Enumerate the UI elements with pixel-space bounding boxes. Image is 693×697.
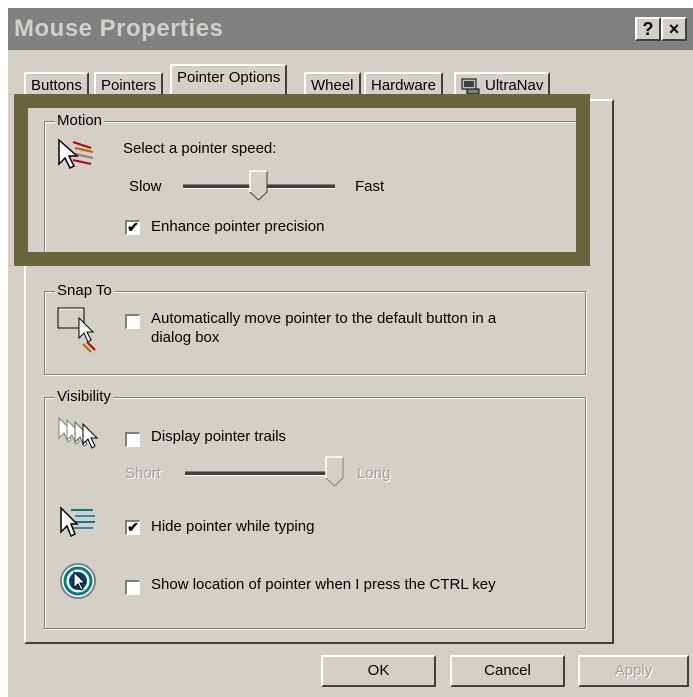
tab-pointers[interactable]: Pointers xyxy=(94,72,164,100)
pointer-speed-slider[interactable] xyxy=(249,170,269,202)
tab-sheet: Motion Select a pointer speed: Slow Fast… xyxy=(24,99,614,644)
motion-group-label: Motion xyxy=(55,112,105,129)
snap-to-group: Snap To Automatically move pointer to th… xyxy=(44,282,586,375)
show-location-icon xyxy=(60,563,96,599)
snap-to-label-line1[interactable]: Automatically move pointer to the defaul… xyxy=(151,310,496,327)
pointer-speed-icon xyxy=(58,138,94,170)
snap-to-icon xyxy=(57,307,96,353)
close-button[interactable]: × xyxy=(661,17,687,41)
long-label: Long xyxy=(357,465,391,482)
tab-hardware[interactable]: Hardware xyxy=(364,72,444,100)
tab-ultranav[interactable]: UltraNav xyxy=(454,72,551,100)
tab-wheel[interactable]: Wheel xyxy=(304,72,361,100)
tab-ultranav-label: UltraNav xyxy=(485,77,544,94)
enhance-precision-label[interactable]: Enhance pointer precision xyxy=(151,218,324,235)
enhance-precision-checkbox[interactable]: ✔ xyxy=(125,220,140,235)
show-location-label[interactable]: Show location of pointer when I press th… xyxy=(151,576,496,593)
tab-pointer-options[interactable]: Pointer Options xyxy=(170,64,288,102)
title-bar[interactable]: Mouse Properties ? × xyxy=(8,8,693,50)
motion-group: Motion Select a pointer speed: Slow Fast… xyxy=(44,112,586,261)
pointer-trails-track xyxy=(185,471,335,476)
short-label: Short xyxy=(125,465,161,482)
ultranav-icon xyxy=(461,78,480,95)
window-title: Mouse Properties xyxy=(14,15,224,42)
pointer-trails-slider xyxy=(325,456,344,487)
visibility-group-label: Visibility xyxy=(55,388,113,405)
slow-label: Slow xyxy=(129,178,162,195)
show-location-checkbox[interactable] xyxy=(125,580,140,595)
check-mark-icon: ✔ xyxy=(127,519,139,535)
help-button[interactable]: ? xyxy=(635,17,661,41)
pointer-speed-label: Select a pointer speed: xyxy=(123,140,277,157)
apply-button[interactable]: Apply xyxy=(578,655,689,687)
snap-to-group-label: Snap To xyxy=(55,282,114,299)
tab-buttons[interactable]: Buttons xyxy=(24,72,89,100)
snap-to-checkbox[interactable] xyxy=(125,314,140,329)
pointer-trails-label[interactable]: Display pointer trails xyxy=(151,428,286,445)
fast-label: Fast xyxy=(355,178,385,195)
pointer-trails-icon xyxy=(58,416,99,449)
ok-button[interactable]: OK xyxy=(321,655,436,687)
visibility-group: Visibility Display pointer trails Short … xyxy=(44,388,586,629)
snap-to-label-line2[interactable]: dialog box xyxy=(151,329,219,346)
pointer-trails-checkbox[interactable] xyxy=(125,432,140,447)
hide-pointer-icon xyxy=(60,506,95,538)
hide-pointer-label[interactable]: Hide pointer while typing xyxy=(151,518,314,535)
hide-pointer-checkbox[interactable]: ✔ xyxy=(125,520,140,535)
mouse-properties-dialog: Mouse Properties ? × Buttons Pointers Po… xyxy=(8,8,693,697)
cancel-button[interactable]: Cancel xyxy=(450,655,565,687)
check-mark-icon: ✔ xyxy=(127,219,139,235)
